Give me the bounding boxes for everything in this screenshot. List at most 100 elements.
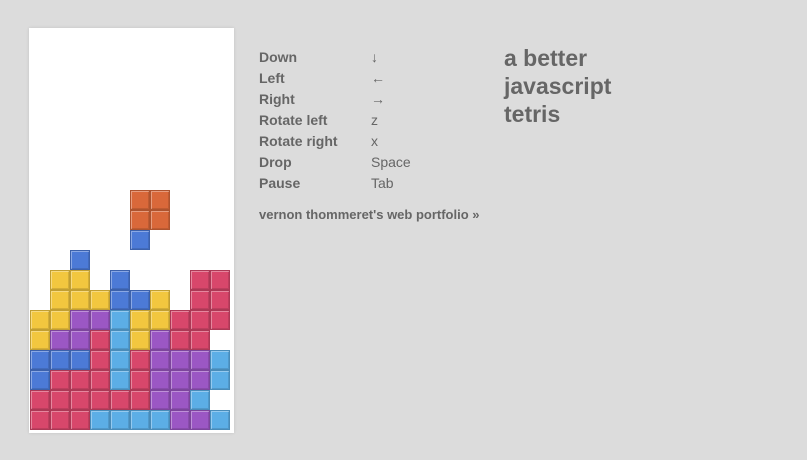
tetris-cell-yellow <box>130 310 150 330</box>
tetris-cell-orange <box>130 190 150 210</box>
tetris-cell-yellow <box>70 270 90 290</box>
tetris-cell-blue <box>130 230 150 250</box>
tetris-cell-red <box>90 350 110 370</box>
tetris-cell-red <box>130 350 150 370</box>
control-key: x <box>371 133 378 149</box>
tetris-cell-yellow <box>150 310 170 330</box>
tetris-cell-red <box>190 310 210 330</box>
tetris-cell-purple <box>190 410 210 430</box>
tetris-cell-red <box>50 410 70 430</box>
tetris-cell-purple <box>150 370 170 390</box>
tetris-cell-yellow <box>150 290 170 310</box>
tetris-cell-red <box>210 290 230 310</box>
control-action: Rotate left <box>259 112 328 128</box>
tetris-cell-purple <box>170 350 190 370</box>
control-key: ← <box>371 70 385 86</box>
tetris-cell-red <box>190 290 210 310</box>
tetris-cell-purple <box>70 310 90 330</box>
tetris-cell-red <box>90 330 110 350</box>
tetris-cell-yellow <box>70 290 90 310</box>
control-action: Drop <box>259 154 292 170</box>
tetris-cell-light-blue <box>110 310 130 330</box>
tetris-cell-orange <box>150 190 170 210</box>
tetris-cell-red <box>190 270 210 290</box>
tetris-cell-blue <box>50 350 70 370</box>
tetris-cell-light-blue <box>150 410 170 430</box>
tetris-cell-red <box>50 370 70 390</box>
tetris-cell-red <box>210 270 230 290</box>
control-row-pause: Pause Tab <box>259 173 411 194</box>
tetris-cell-red <box>130 390 150 410</box>
tetris-cell-blue <box>30 350 50 370</box>
control-action: Left <box>259 70 285 86</box>
title-line: a better <box>504 45 588 71</box>
tetris-cell-light-blue <box>210 370 230 390</box>
control-key: z <box>371 112 378 128</box>
game-title: a better javascript tetris <box>504 44 611 128</box>
tetris-cell-light-blue <box>190 390 210 410</box>
tetris-cell-light-blue <box>210 410 230 430</box>
title-line: javascript <box>504 73 612 99</box>
control-key: Space <box>371 154 411 170</box>
control-key: Tab <box>371 175 394 191</box>
tetris-cell-red <box>70 390 90 410</box>
portfolio-link[interactable]: vernon thommeret's web portfolio » <box>259 207 480 222</box>
control-row-drop: Drop Space <box>259 152 411 173</box>
tetris-cell-yellow <box>130 330 150 350</box>
controls-legend: Down ↓ Left ← Right → Rotate left z Rotate r… <box>259 47 411 194</box>
tetris-cell-red <box>110 390 130 410</box>
tetris-cell-blue <box>110 290 130 310</box>
tetris-cell-purple <box>170 410 190 430</box>
tetris-cell-red <box>30 410 50 430</box>
tetris-cell-red <box>50 390 70 410</box>
tetris-cell-purple <box>170 370 190 390</box>
tetris-board[interactable] <box>29 28 234 433</box>
tetris-cell-purple <box>150 350 170 370</box>
tetris-cell-light-blue <box>90 410 110 430</box>
tetris-cell-light-blue <box>110 330 130 350</box>
tetris-cell-purple <box>170 390 190 410</box>
tetris-cell-purple <box>90 310 110 330</box>
tetris-cell-light-blue <box>210 350 230 370</box>
tetris-cell-light-blue <box>130 410 150 430</box>
tetris-cell-blue <box>70 250 90 270</box>
title-line: tetris <box>504 101 561 127</box>
tetris-cell-purple <box>50 330 70 350</box>
tetris-cell-red <box>190 330 210 350</box>
control-row-rotate-left: Rotate left z <box>259 110 411 131</box>
tetris-cell-yellow <box>50 270 70 290</box>
tetris-cell-yellow <box>50 310 70 330</box>
control-row-down: Down ↓ <box>259 47 411 68</box>
tetris-cell-purple <box>70 330 90 350</box>
tetris-cell-red <box>70 370 90 390</box>
tetris-cell-purple <box>190 350 210 370</box>
tetris-cell-red <box>70 410 90 430</box>
tetris-cell-yellow <box>30 330 50 350</box>
control-action: Right <box>259 91 295 107</box>
tetris-cell-red <box>170 330 190 350</box>
tetris-cell-orange <box>150 210 170 230</box>
tetris-cell-red <box>130 370 150 390</box>
tetris-cell-blue <box>70 350 90 370</box>
control-action: Rotate right <box>259 133 338 149</box>
tetris-cell-purple <box>150 390 170 410</box>
control-row-right: Right → <box>259 89 411 110</box>
tetris-cell-blue <box>30 370 50 390</box>
control-key: ↓ <box>371 49 378 65</box>
tetris-cell-red <box>90 370 110 390</box>
tetris-cell-yellow <box>30 310 50 330</box>
tetris-cell-purple <box>190 370 210 390</box>
tetris-cell-blue <box>110 270 130 290</box>
tetris-cell-light-blue <box>110 410 130 430</box>
tetris-cell-red <box>210 310 230 330</box>
tetris-cell-red <box>30 390 50 410</box>
control-action: Pause <box>259 175 301 191</box>
control-row-left: Left ← <box>259 68 411 89</box>
tetris-cell-red <box>90 390 110 410</box>
tetris-cell-light-blue <box>110 370 130 390</box>
tetris-cell-red <box>170 310 190 330</box>
control-row-rotate-right: Rotate right x <box>259 131 411 152</box>
control-key: → <box>371 91 385 107</box>
tetris-cell-yellow <box>90 290 110 310</box>
tetris-cell-light-blue <box>110 350 130 370</box>
